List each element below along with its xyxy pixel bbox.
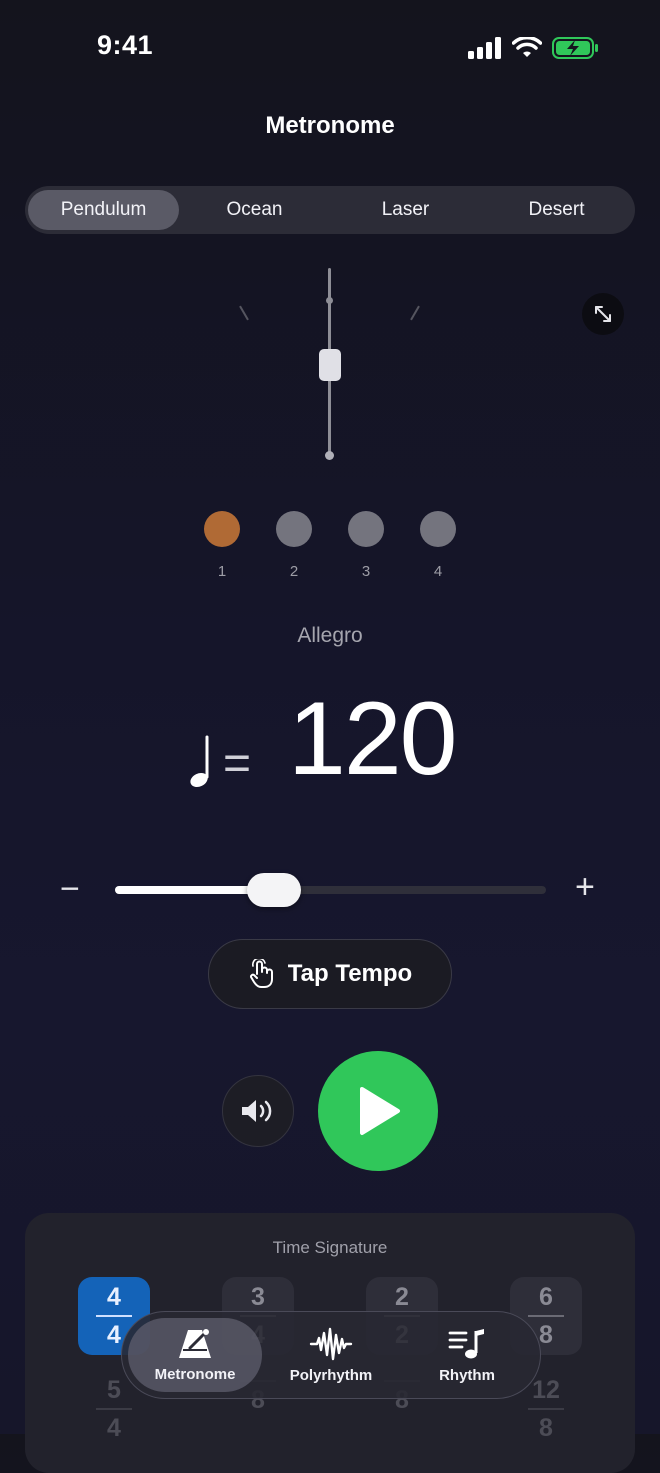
expand-arrows-icon [595,306,611,322]
speaker-volume-icon [242,1100,272,1122]
ts-denominator: 4 [107,1321,121,1349]
beat-number-1: 1 [217,563,227,580]
expand-button[interactable] [582,293,624,335]
tap-tempo-label: Tap Tempo [287,960,413,987]
decrease-tempo-button[interactable]: − [60,870,80,909]
tab-metronome[interactable]: Metronome [128,1318,262,1392]
note-equals: = [187,735,251,791]
equals-sign: = [223,736,252,790]
beat-indicator-4[interactable] [420,511,456,547]
ts-numerator: 5 [107,1376,121,1404]
ts-denominator: 4 [107,1414,121,1442]
ts-divider [96,1408,132,1410]
page-title: Metronome [265,112,395,139]
pendulum-right-tick [410,305,420,321]
tab-label: Rhythm [439,1366,495,1384]
status-icons [468,36,600,60]
ts-numerator: 2 [395,1283,409,1311]
music-list-icon [448,1328,484,1358]
time-signature-label: Time Signature [272,1238,388,1257]
ts-denominator: 8 [539,1321,553,1349]
wifi-icon [512,37,542,57]
beat-number-4: 4 [433,563,443,580]
cellular-signal-icon [468,37,501,59]
ts-divider [528,1315,564,1317]
tempo-slider-thumb[interactable] [247,873,302,907]
waveform-icon [309,1327,353,1360]
metronome-icon [179,1328,211,1358]
beat-indicator-2[interactable] [276,511,312,547]
status-time: 9:41 [97,30,154,60]
segment-ocean[interactable]: Ocean [179,190,330,230]
ts-divider [96,1315,132,1317]
ts-numerator: 6 [539,1283,553,1311]
segment-laser[interactable]: Laser [330,190,481,230]
play-icon [360,1087,400,1135]
ts-denominator: 8 [539,1414,553,1442]
ts-numerator: 3 [251,1283,265,1311]
beat-number-2: 2 [289,563,299,580]
visual-style-selector: Pendulum Ocean Laser Desert [25,186,635,234]
sound-button[interactable] [222,1075,294,1147]
pendulum-weight[interactable] [319,349,341,381]
beat-indicator-3[interactable] [348,511,384,547]
ts-divider [528,1408,564,1410]
tab-label: Polyrhythm [289,1366,373,1384]
tab-rhythm[interactable]: Rhythm [400,1318,534,1392]
tab-label: Metronome [154,1365,236,1383]
pendulum-top-dot [326,297,333,304]
ts-numerator: 4 [107,1283,121,1311]
quarter-note-icon [190,735,209,788]
battery-charging-icon [552,37,598,59]
tap-tempo-button[interactable]: Tap Tempo [208,939,452,1009]
bpm-value[interactable]: 120 [288,680,458,799]
pendulum-pivot [325,451,334,460]
tab-polyrhythm[interactable]: Polyrhythm [264,1318,398,1392]
pendulum-left-tick [239,305,249,321]
tab-bar: Metronome Polyrhythm Rhythm [121,1311,541,1399]
beat-indicator-1[interactable] [204,511,240,547]
play-button[interactable] [318,1051,438,1171]
increase-tempo-button[interactable]: + [575,868,595,907]
segment-desert[interactable]: Desert [481,190,632,230]
ts-numerator: 12 [532,1376,560,1404]
segment-pendulum[interactable]: Pendulum [28,190,179,230]
hand-tap-icon [249,959,273,988]
beat-number-3: 3 [361,563,371,580]
tempo-marking: Allegro [297,624,363,647]
